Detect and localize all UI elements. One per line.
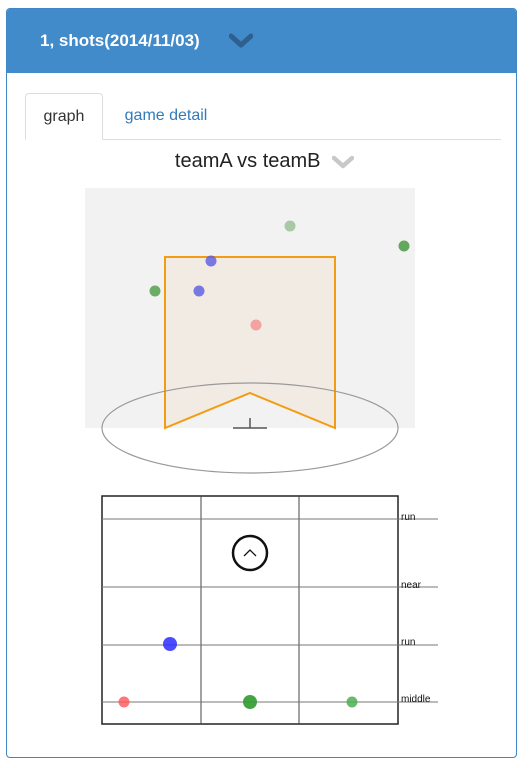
shots-panel: 1, shots(2014/11/03) graph game detail [6, 8, 517, 758]
chevron-down-icon[interactable] [331, 155, 355, 169]
match-title: teamA vs teamB [174, 150, 321, 173]
tab-game-detail[interactable]: game detail [121, 93, 211, 139]
tab-bar: graph game detail [25, 93, 501, 140]
chevron-down-icon[interactable] [229, 33, 253, 49]
panel-header[interactable]: 1, shots(2014/11/03) [7, 9, 516, 73]
panel-title: 1, shots(2014/11/03) [40, 31, 200, 50]
match-selector[interactable]: teamA vs teamB [0, 150, 529, 173]
tab-graph[interactable]: graph [25, 93, 103, 140]
